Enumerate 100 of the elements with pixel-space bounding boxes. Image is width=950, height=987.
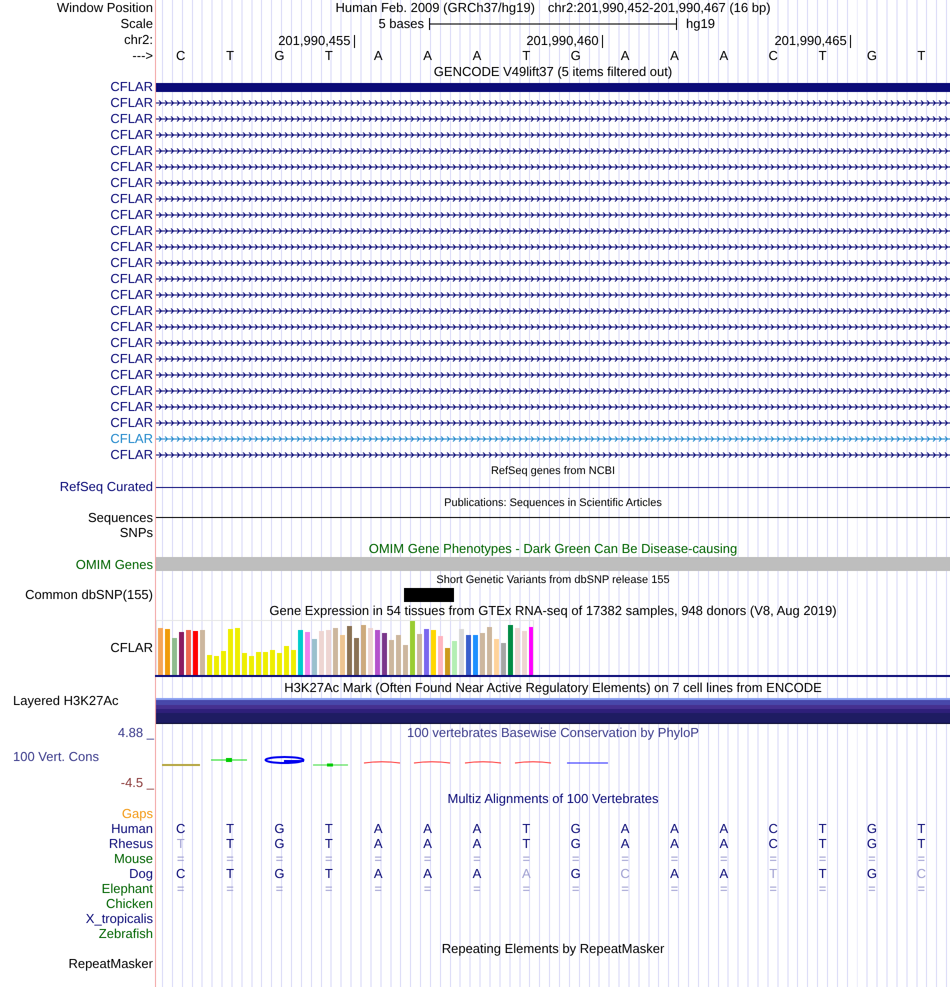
expression-bar bbox=[249, 656, 254, 675]
track-label[interactable]: RepeatMasker bbox=[68, 956, 153, 970]
gene-label[interactable]: CFLAR bbox=[110, 272, 153, 286]
assembly-label: hg19 bbox=[686, 17, 715, 31]
aligned-base: = bbox=[176, 882, 184, 896]
gene-label[interactable]: CFLAR bbox=[110, 160, 153, 174]
gene-label[interactable]: CFLAR bbox=[110, 80, 153, 94]
gene-label[interactable]: CFLAR bbox=[110, 176, 153, 190]
track-title: Gene Expression in 54 tissues from GTEx RNA-seq of 17382 samples, 948 donors (V8, Aug 2019) bbox=[269, 604, 837, 618]
gene-label[interactable]: CFLAR bbox=[110, 256, 153, 270]
gene-label[interactable]: CFLAR bbox=[110, 320, 153, 334]
track-label[interactable]: SNPs bbox=[120, 526, 153, 540]
base-letter: A bbox=[670, 49, 679, 63]
aligned-base: C bbox=[176, 822, 186, 836]
aligned-base: = bbox=[621, 852, 629, 866]
expression-bar bbox=[382, 633, 387, 675]
aligned-base: = bbox=[226, 882, 234, 896]
aligned-base: G bbox=[570, 866, 581, 880]
track-label[interactable]: Common dbSNP(155) bbox=[25, 588, 153, 602]
position-range: chr2:201,990,452-201,990,467 (16 bp) bbox=[548, 1, 771, 15]
row-label: Scale bbox=[120, 17, 153, 31]
gene-label[interactable]: CFLAR bbox=[110, 416, 153, 430]
species-label[interactable]: Dog bbox=[129, 866, 153, 880]
aligned-base: G bbox=[274, 866, 284, 880]
track-label[interactable]: Layered H3K27Ac bbox=[13, 694, 119, 708]
aligned-base: T bbox=[324, 822, 333, 836]
aligned-base: = bbox=[176, 852, 184, 866]
expression-bar bbox=[417, 634, 422, 675]
conservation-mark bbox=[264, 756, 304, 764]
base-letter: A bbox=[719, 49, 728, 63]
base-letter: A bbox=[423, 49, 432, 63]
conservation-mark bbox=[364, 761, 400, 764]
gene-label[interactable]: CFLAR bbox=[110, 384, 153, 398]
conservation-mark bbox=[312, 764, 348, 766]
species-label[interactable]: Mouse bbox=[114, 852, 153, 866]
aligned-base: = bbox=[473, 882, 481, 896]
species-label[interactable]: Rhesus bbox=[108, 836, 153, 850]
expression-bar bbox=[291, 650, 296, 675]
aligned-base: = bbox=[325, 852, 333, 866]
gene-label[interactable]: CFLAR bbox=[110, 336, 153, 350]
gene-label[interactable]: CFLAR bbox=[110, 144, 153, 158]
species-label[interactable]: Chicken bbox=[106, 896, 153, 910]
expression-bar bbox=[466, 635, 471, 675]
gene-label[interactable]: CFLAR bbox=[110, 224, 153, 238]
conservation-mark bbox=[514, 761, 552, 764]
expression-bar bbox=[179, 632, 184, 675]
track-label[interactable]: 100 Vert. Cons bbox=[13, 750, 99, 763]
aligned-base: C bbox=[620, 866, 630, 880]
aligned-base: A bbox=[620, 836, 630, 850]
gene-label[interactable]: CFLAR bbox=[110, 641, 153, 655]
expression-bar bbox=[333, 628, 338, 675]
expression-bar bbox=[207, 655, 212, 675]
aligned-base: = bbox=[572, 882, 580, 896]
gene-label[interactable]: CFLAR bbox=[110, 96, 153, 110]
aligned-base: = bbox=[918, 882, 926, 896]
gene-label[interactable]: CFLAR bbox=[110, 352, 153, 366]
species-label[interactable]: Zebrafish bbox=[98, 926, 153, 940]
aligned-base: T bbox=[522, 836, 530, 850]
aligned-base: = bbox=[522, 882, 530, 896]
base-letter: T bbox=[917, 49, 926, 63]
aligned-base: A bbox=[472, 836, 482, 850]
expression-bar bbox=[326, 630, 331, 675]
gene-label[interactable]: CFLAR bbox=[110, 368, 153, 382]
gene-label[interactable]: CFLAR bbox=[110, 304, 153, 318]
gene-label[interactable]: CFLAR bbox=[110, 208, 153, 222]
gene-label[interactable]: CFLAR bbox=[110, 448, 153, 462]
gene-label[interactable]: CFLAR bbox=[110, 192, 153, 206]
gene-label[interactable]: CFLAR bbox=[110, 112, 153, 126]
track-label[interactable]: Sequences bbox=[88, 510, 153, 524]
expression-bar bbox=[480, 633, 485, 675]
gene-label[interactable]: CFLAR bbox=[110, 400, 153, 414]
expression-bar bbox=[403, 645, 408, 675]
ruler-position-label: 201,990,465 bbox=[774, 34, 847, 48]
aligned-base: = bbox=[473, 852, 481, 866]
aligned-base: A bbox=[423, 822, 432, 836]
base-letter: G bbox=[570, 49, 581, 63]
species-label[interactable]: Human bbox=[111, 822, 153, 836]
species-label[interactable]: X_tropicalis bbox=[86, 912, 153, 926]
aligned-base: A bbox=[522, 866, 531, 880]
aligned-base: A bbox=[472, 822, 482, 836]
expression-bar bbox=[200, 630, 205, 675]
aligned-base: T bbox=[818, 836, 827, 850]
track-title: Short Genetic Variants from dbSNP release 155 bbox=[436, 572, 670, 586]
species-label[interactable]: Elephant bbox=[102, 882, 153, 896]
track-label[interactable]: OMIM Genes bbox=[76, 558, 153, 572]
track-title: Multiz Alignments of 100 Vertebrates bbox=[447, 792, 658, 806]
gene-label[interactable]: CFLAR bbox=[110, 240, 153, 254]
expression-bar bbox=[298, 630, 303, 675]
gene-label[interactable]: CFLAR bbox=[110, 128, 153, 142]
expression-bar bbox=[221, 651, 226, 675]
track-label[interactable]: RefSeq Curated bbox=[60, 480, 153, 494]
gene-label[interactable]: CFLAR bbox=[110, 432, 153, 446]
scale-length-label: 5 bases bbox=[378, 17, 424, 31]
aligned-base: = bbox=[720, 852, 728, 866]
conservation-mark bbox=[464, 761, 502, 764]
conservation-mark bbox=[566, 762, 608, 764]
base-letter: A bbox=[374, 49, 383, 63]
aligned-base: = bbox=[276, 852, 284, 866]
gene-label[interactable]: CFLAR bbox=[110, 288, 153, 302]
aligned-base: = bbox=[424, 852, 432, 866]
